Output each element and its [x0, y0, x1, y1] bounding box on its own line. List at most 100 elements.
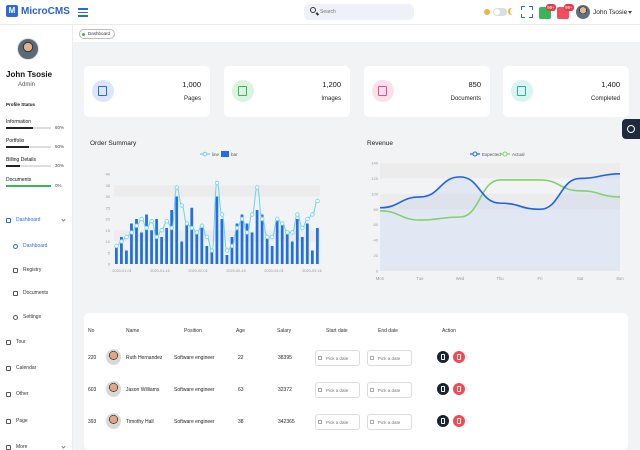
nav-dashboard[interactable]: Dashboard	[6, 217, 70, 223]
notifications-badge: 99+	[564, 4, 574, 11]
stat-card-documents[interactable]: 850 Documents	[364, 66, 490, 117]
line-point	[144, 225, 149, 231]
bar	[125, 250, 128, 264]
image-icon	[232, 80, 254, 102]
edit-icon	[441, 354, 445, 360]
moon-icon	[510, 8, 516, 15]
chevron-down-icon[interactable]	[628, 11, 632, 14]
nav-sub-dashboard-label: Dashboard	[23, 243, 48, 249]
app-name: MicroCMS	[21, 5, 70, 17]
delete-button[interactable]	[453, 351, 465, 363]
nav-registry[interactable]: Registry	[13, 267, 77, 273]
line-point	[209, 248, 215, 253]
expected-area	[380, 173, 620, 271]
bar	[155, 219, 158, 264]
calendar-icon	[370, 420, 374, 424]
edit-button[interactable]	[437, 383, 449, 395]
line-point	[315, 198, 320, 204]
y-tick-label: 25	[106, 205, 111, 210]
bar	[190, 207, 194, 264]
progress-fill	[6, 127, 33, 129]
delete-button[interactable]	[453, 383, 465, 395]
other-icon	[6, 391, 11, 397]
cell-no: 220	[88, 355, 97, 361]
y-tick-label: 0	[108, 262, 111, 267]
bar	[285, 232, 289, 264]
profile-status-title: Profile Status	[6, 102, 36, 107]
stat-card-pages[interactable]: 1,000 Pages	[84, 66, 210, 117]
nav-other[interactable]: Other	[6, 391, 70, 397]
edit-icon	[441, 418, 445, 424]
order-summary-chart: line bar 40 35 30 25 20 15 10 5 02020-01-01 2020-01…	[106, 151, 322, 273]
x-tick-label: Mon	[376, 276, 385, 281]
line-point	[275, 216, 280, 222]
nav-documents[interactable]: Documents	[13, 290, 77, 296]
header-avatar[interactable]	[576, 5, 590, 19]
line-point	[280, 221, 285, 226]
line-point	[114, 243, 119, 249]
breadcrumb[interactable]: Dashboard	[79, 29, 116, 39]
calendar-icon	[6, 365, 11, 371]
delete-button[interactable]	[453, 415, 465, 427]
theme-toggle[interactable]	[493, 8, 507, 16]
breadcrumb-bar: Dashboard	[73, 25, 640, 42]
fullscreen-icon[interactable]	[521, 6, 533, 18]
nav-settings[interactable]: Settings	[13, 314, 77, 320]
nav-sub-dashboard[interactable]: Dashboard	[13, 243, 77, 249]
col-salary: Salary	[277, 328, 292, 334]
settings-fab[interactable]	[622, 119, 640, 139]
legend-line-marker	[202, 151, 208, 157]
line-point	[194, 230, 200, 235]
app-logo[interactable]: M MicroCMS	[6, 5, 70, 17]
documents-icon	[13, 290, 18, 296]
notifications-icon[interactable]: 99+	[557, 4, 574, 19]
line-point	[184, 221, 190, 226]
line-point	[260, 216, 265, 222]
nav-calendar[interactable]: Calendar	[6, 365, 70, 371]
edit-button[interactable]	[437, 415, 449, 427]
bar	[145, 214, 148, 264]
table-row: 603 Jason Williams Software engineer 63 3237…	[84, 377, 628, 403]
profile-progress-portfolio: Portfolio 50%	[6, 138, 66, 149]
header-user-name[interactable]: John Tsosie	[593, 9, 627, 16]
avatar	[106, 413, 121, 429]
x-tick-label: Wed	[456, 276, 465, 281]
stat-value: 1,400	[601, 80, 620, 89]
line-point	[285, 230, 290, 235]
x-tick-label: Sat	[577, 276, 584, 281]
profile-progress-information: Information 60%	[6, 119, 66, 130]
legend-label-line: line	[212, 152, 220, 157]
bar	[315, 228, 319, 264]
line-point	[265, 234, 270, 240]
tour-icon	[6, 339, 11, 345]
calendar-icon	[318, 356, 322, 360]
sidebar: John Tsosie Admin Profile Status Informa…	[0, 25, 73, 450]
edit-button[interactable]	[437, 351, 449, 363]
col-no: No	[88, 328, 95, 334]
bar	[205, 246, 209, 264]
cell-name: Ruth Hernandez	[126, 355, 163, 361]
x-tick-label: Tue	[416, 276, 424, 281]
line-point	[189, 225, 195, 231]
menu-toggle-icon[interactable]	[78, 6, 88, 18]
bar	[255, 210, 259, 264]
y-tick-label: 80	[374, 207, 379, 212]
messages-icon[interactable]: 99+	[539, 4, 556, 19]
stat-card-images[interactable]: 1,200 Images	[224, 66, 350, 117]
line-point	[229, 243, 235, 249]
y-tick-label: 140	[371, 161, 378, 166]
cell-salary: 342365	[278, 419, 295, 425]
progress-percent: 0%	[55, 183, 62, 188]
nav-tour[interactable]: Tour	[6, 339, 70, 345]
bar	[295, 219, 299, 264]
x-tick-label: 2020-03-16	[302, 269, 321, 273]
nav-more[interactable]: More	[6, 444, 70, 450]
trash-icon	[457, 386, 461, 392]
calendar-icon	[318, 420, 322, 424]
nav-page[interactable]: Page	[6, 418, 70, 424]
line-point	[214, 180, 220, 186]
cell-salary: 38395	[278, 355, 292, 361]
line-point	[164, 219, 169, 224]
search-input[interactable]	[320, 7, 408, 17]
stat-card-completed[interactable]: 1,400 Completed	[503, 66, 629, 117]
